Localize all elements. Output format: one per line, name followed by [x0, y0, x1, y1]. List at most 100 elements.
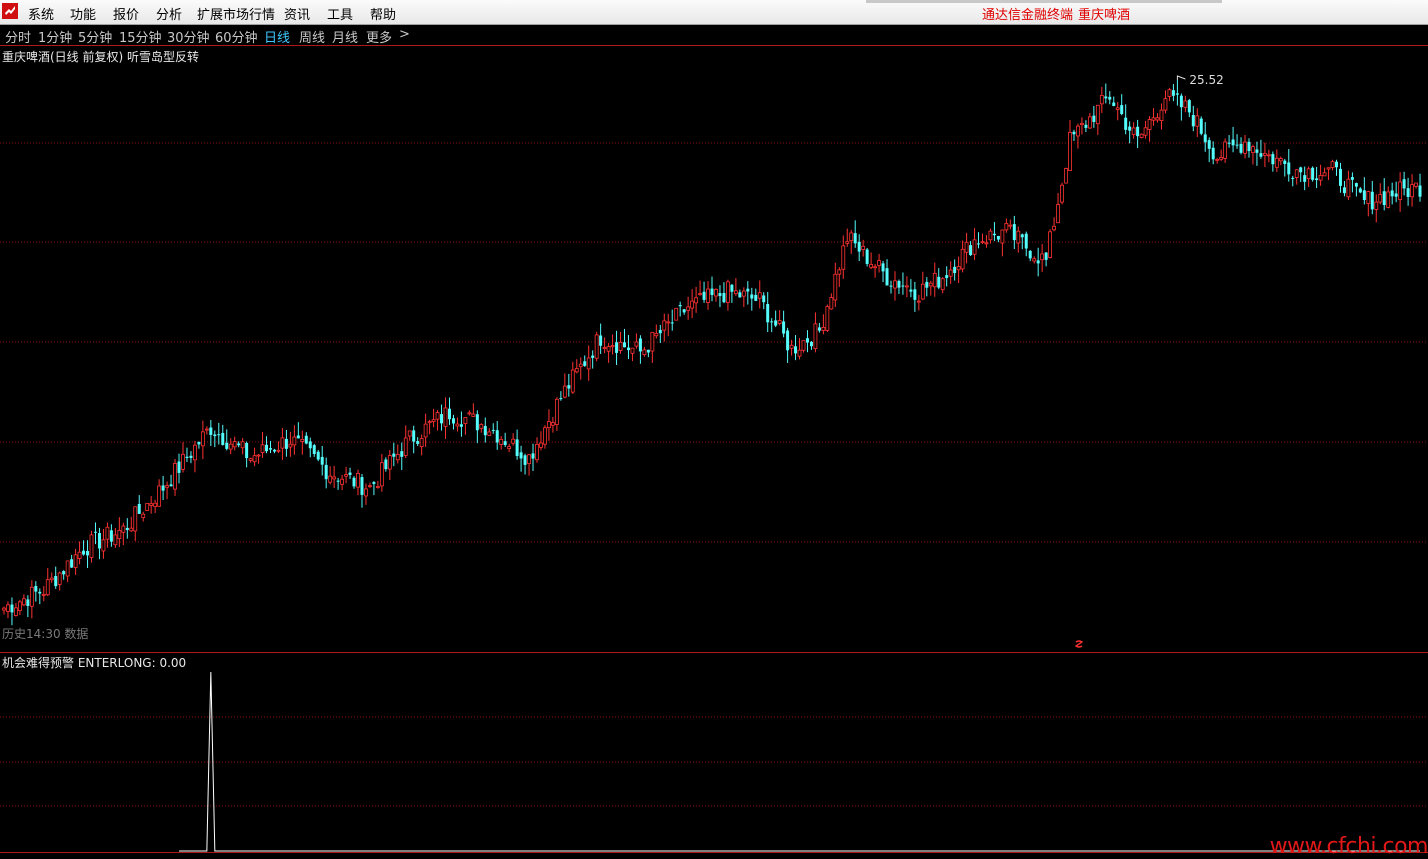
candle — [615, 330, 619, 365]
indicator-title: 机会难得预警 ENTERLONG: 0.00 — [2, 656, 187, 670]
candle — [678, 301, 682, 317]
app-logo-icon[interactable] — [2, 3, 18, 19]
event-marker-icon[interactable] — [1075, 640, 1083, 650]
period-30min[interactable]: 30分钟 — [167, 27, 210, 46]
candle — [1112, 96, 1116, 107]
candle — [833, 262, 838, 308]
candle — [889, 280, 893, 294]
period-monthly[interactable]: 月线 — [332, 27, 358, 46]
candle — [1354, 182, 1358, 197]
candle — [1016, 226, 1021, 253]
menu-item-quote[interactable]: 报价 — [113, 4, 139, 23]
candle — [925, 277, 929, 297]
menu-scrollbar[interactable] — [866, 0, 1222, 3]
candle — [1095, 104, 1100, 136]
candle — [1175, 79, 1179, 106]
candle — [1032, 256, 1037, 264]
period-timeshare[interactable]: 分时 — [5, 27, 31, 46]
period-5min[interactable]: 5分钟 — [78, 27, 112, 46]
candle — [1040, 243, 1045, 273]
candle — [1219, 149, 1224, 162]
candle — [594, 331, 599, 362]
candle — [272, 448, 276, 454]
menu-item-tools[interactable]: 工具 — [327, 4, 353, 23]
candle — [996, 235, 1000, 243]
candle — [82, 540, 86, 556]
candle — [1322, 167, 1327, 177]
candle — [2, 606, 6, 615]
period-60min[interactable]: 60分钟 — [215, 27, 258, 46]
candle — [782, 310, 786, 338]
candle — [1124, 104, 1128, 135]
candle — [570, 361, 575, 394]
candle — [141, 511, 146, 522]
candle — [515, 429, 519, 460]
menu-item-analysis[interactable]: 分析 — [156, 4, 182, 23]
candle — [654, 324, 659, 339]
candle — [1183, 95, 1188, 113]
candle — [1159, 103, 1164, 130]
candle — [6, 601, 10, 619]
candle — [217, 422, 221, 445]
candle — [443, 397, 448, 439]
candle — [268, 440, 272, 453]
candle — [455, 417, 460, 432]
candle — [992, 222, 996, 241]
candle — [360, 474, 364, 508]
candle — [885, 259, 889, 286]
candle — [340, 474, 344, 491]
candle — [451, 414, 455, 430]
candle — [185, 447, 189, 463]
candle — [909, 279, 913, 298]
period-daily[interactable]: 日线 — [264, 27, 290, 46]
candle — [586, 345, 591, 381]
candle — [602, 337, 607, 354]
candle — [948, 261, 953, 284]
candle — [248, 457, 253, 463]
candle — [459, 411, 463, 437]
candle — [1283, 158, 1287, 177]
candle — [1120, 94, 1124, 116]
candle — [193, 440, 197, 473]
candle — [916, 294, 921, 311]
candle — [407, 430, 412, 441]
candle — [1191, 105, 1195, 132]
period-15min[interactable]: 15分钟 — [119, 27, 162, 46]
candle — [245, 441, 249, 468]
candle — [523, 453, 527, 475]
candle — [562, 373, 567, 399]
menu-item-function[interactable]: 功能 — [70, 4, 96, 23]
chevron-right-icon[interactable]: > — [399, 27, 410, 42]
candle — [320, 445, 324, 476]
candle — [638, 335, 642, 364]
candle — [618, 331, 623, 354]
candle — [97, 527, 101, 560]
candle — [57, 571, 62, 591]
candle — [1215, 157, 1220, 164]
kline-chart[interactable]: 25.52 — [0, 46, 1428, 652]
candle — [1115, 101, 1120, 121]
candle — [1084, 120, 1088, 132]
candle — [1402, 171, 1406, 196]
period-1min[interactable]: 1分钟 — [38, 27, 72, 46]
candle — [969, 241, 973, 256]
indicator-chart[interactable] — [0, 653, 1428, 853]
period-more[interactable]: 更多 — [366, 27, 392, 46]
candle — [953, 259, 957, 281]
candle — [1223, 138, 1228, 163]
menu-item-help[interactable]: 帮助 — [370, 4, 396, 23]
candle — [165, 481, 169, 500]
candle — [531, 443, 535, 471]
menu-item-news[interactable]: 资讯 — [284, 4, 310, 23]
candle — [666, 313, 671, 337]
candle — [495, 421, 499, 450]
period-weekly[interactable]: 周线 — [299, 27, 325, 46]
candle — [865, 248, 869, 267]
candle — [1382, 178, 1386, 211]
candle — [630, 347, 635, 362]
candle — [634, 333, 639, 349]
candle — [519, 445, 523, 472]
menu-item-extended-market[interactable]: 扩展市场行情 — [197, 4, 275, 23]
candle — [1171, 84, 1175, 102]
menu-item-system[interactable]: 系统 — [28, 4, 54, 23]
